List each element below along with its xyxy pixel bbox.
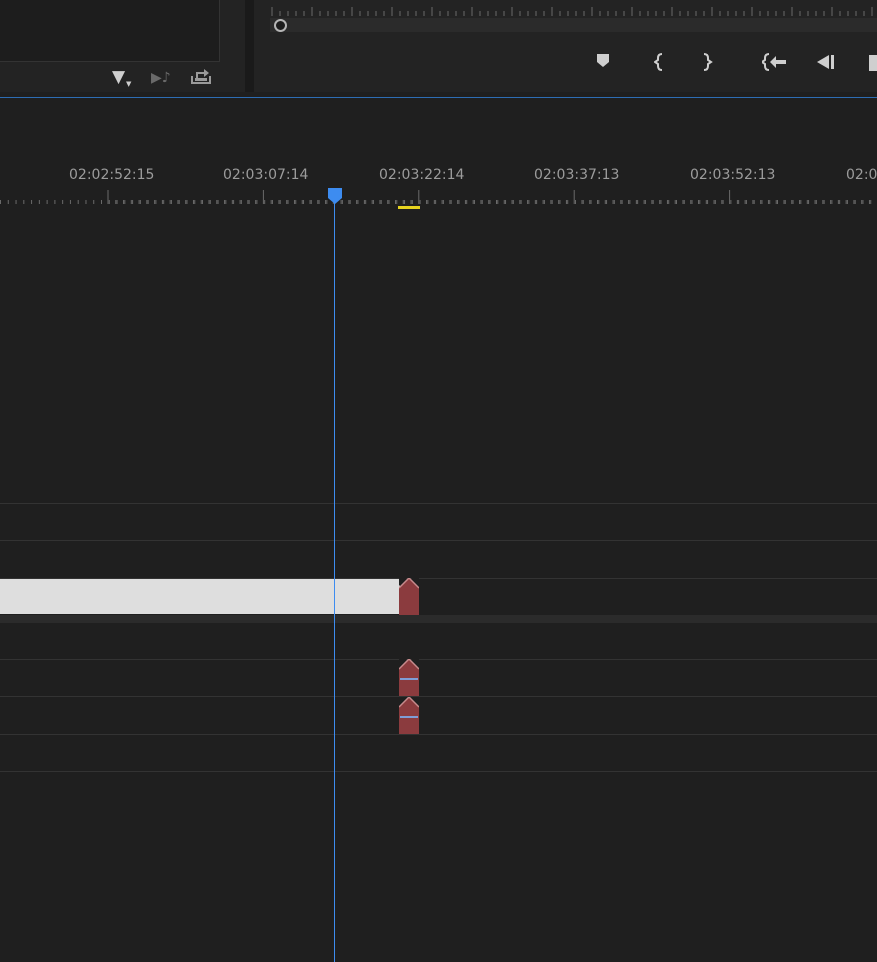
- in-out-range-bar[interactable]: [398, 206, 420, 209]
- audio-transition-clip[interactable]: [399, 697, 419, 734]
- playhead-line[interactable]: [334, 196, 335, 962]
- playhead-handle-icon[interactable]: [327, 187, 343, 205]
- filter-icon[interactable]: ▼: [112, 67, 125, 87]
- ruler-timecode: 02:03:52:13: [690, 167, 776, 183]
- ruler-timecode: 02:03:07:14: [223, 167, 309, 183]
- step-back-icon[interactable]: [815, 52, 837, 77]
- video-clip[interactable]: [0, 579, 400, 614]
- mark-in-icon[interactable]: [653, 52, 666, 77]
- mark-out-icon[interactable]: [701, 52, 713, 77]
- video-audio-separator[interactable]: [0, 615, 877, 623]
- project-panel: ▼ ▼ ▶♪: [0, 0, 245, 92]
- panel-gutter: [245, 0, 254, 92]
- track-divider: [0, 734, 877, 735]
- play-icon[interactable]: [869, 55, 877, 71]
- zoom-scroll-handle[interactable]: [274, 19, 287, 32]
- track-divider: [0, 659, 877, 660]
- timeline-time-ruler[interactable]: [0, 186, 877, 210]
- track-divider: [0, 503, 877, 504]
- track-divider: [0, 540, 877, 541]
- video-transition-clip[interactable]: [399, 578, 419, 615]
- ruler-timecode: 02:0: [846, 167, 877, 183]
- ruler-timecode: 02:02:52:15: [69, 167, 155, 183]
- monitor-zoom-scrollbar[interactable]: [270, 18, 877, 32]
- monitor-time-ruler[interactable]: [270, 0, 877, 18]
- audio-transition-clip[interactable]: [399, 659, 419, 696]
- timeline-panel: [0, 98, 877, 962]
- track-divider: [0, 771, 877, 772]
- go-to-in-icon[interactable]: [760, 52, 788, 77]
- export-icon[interactable]: [190, 66, 214, 91]
- filter-dropdown-caret-icon[interactable]: ▼: [126, 80, 131, 88]
- automate-to-sequence-icon[interactable]: ▶♪: [151, 68, 171, 88]
- ruler-timecode: 02:03:37:13: [534, 167, 620, 183]
- add-marker-icon[interactable]: [595, 52, 611, 73]
- ruler-timecode: 02:03:22:14: [379, 167, 465, 183]
- track-divider: [0, 696, 877, 697]
- project-list-area[interactable]: [0, 0, 220, 62]
